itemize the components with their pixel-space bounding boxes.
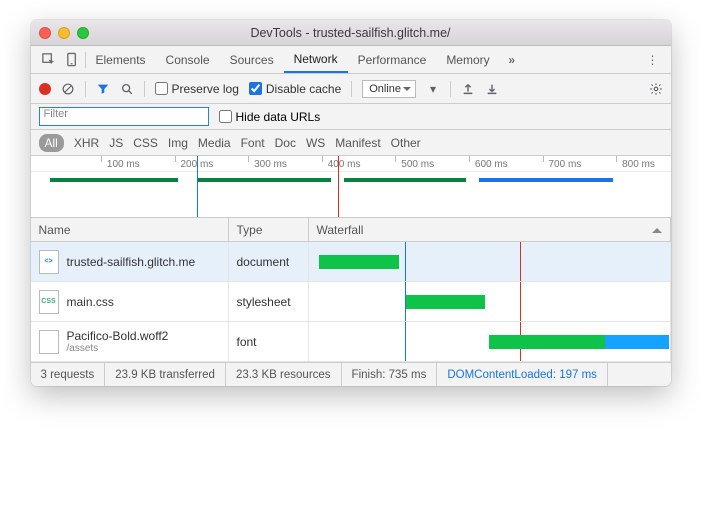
tab-sources[interactable]: Sources [220, 46, 284, 73]
tab-performance[interactable]: Performance [348, 46, 437, 73]
more-tabs-icon[interactable]: » [500, 53, 524, 67]
filter-other[interactable]: Other [391, 136, 421, 150]
overview-timeline[interactable]: 100 ms200 ms300 ms400 ms500 ms600 ms700 … [31, 156, 671, 218]
hide-data-urls-checkbox[interactable]: Hide data URLs [219, 110, 321, 124]
tab-elements[interactable]: Elements [86, 46, 156, 73]
disable-cache-label: Disable cache [266, 82, 341, 96]
request-name: trusted-sailfish.glitch.me [67, 255, 196, 269]
filter-css[interactable]: CSS [133, 136, 158, 150]
titlebar: DevTools - trusted-sailfish.glitch.me/ [31, 20, 671, 46]
table-header: Name Type Waterfall [31, 218, 671, 242]
inspect-icon[interactable] [37, 52, 61, 67]
top-tabs: Elements Console Sources Network Perform… [31, 46, 671, 74]
status-resources: 23.3 KB resources [226, 363, 342, 386]
sort-indicator-icon [652, 223, 662, 233]
status-finish: Finish: 735 ms [342, 363, 438, 386]
request-type: document [229, 242, 309, 281]
upload-har-icon[interactable] [461, 82, 475, 96]
request-type: font [229, 322, 309, 361]
device-icon[interactable] [61, 52, 85, 67]
filter-xhr[interactable]: XHR [74, 136, 99, 150]
hide-data-urls-label: Hide data URLs [236, 110, 321, 124]
status-requests: 3 requests [31, 363, 106, 386]
record-button[interactable] [39, 83, 51, 95]
col-type[interactable]: Type [229, 218, 309, 241]
filter-all[interactable]: All [39, 134, 64, 152]
throttling-value: Online [369, 83, 401, 95]
request-name: Pacifico-Bold.woff2 [67, 329, 169, 343]
disable-cache-checkbox[interactable]: Disable cache [249, 82, 341, 96]
table-row[interactable]: CSSmain.cssstylesheet [31, 282, 671, 322]
settings-gear-icon[interactable] [649, 82, 663, 96]
devtools-window: DevTools - trusted-sailfish.glitch.me/ E… [31, 20, 671, 386]
tab-console[interactable]: Console [156, 46, 220, 73]
download-har-icon[interactable] [485, 82, 499, 96]
filter-icon[interactable] [96, 82, 110, 96]
kebab-menu-icon[interactable]: ⋮ [641, 53, 665, 67]
request-path: /assets [67, 343, 169, 354]
col-name[interactable]: Name [31, 218, 229, 241]
preserve-log-label: Preserve log [172, 82, 239, 96]
filter-input[interactable]: Filter [39, 107, 209, 126]
tab-memory[interactable]: Memory [436, 46, 499, 73]
request-name: main.css [67, 295, 114, 309]
table-row[interactable]: Pacifico-Bold.woff2/assets font [31, 322, 671, 362]
window-title: DevTools - trusted-sailfish.glitch.me/ [31, 26, 671, 40]
filter-ws[interactable]: WS [306, 136, 325, 150]
search-icon[interactable] [120, 82, 134, 96]
status-bar: 3 requests 23.9 KB transferred 23.3 KB r… [31, 362, 671, 386]
filter-manifest[interactable]: Manifest [335, 136, 380, 150]
request-table: <>trusted-sailfish.glitch.medocumentCSSm… [31, 242, 671, 362]
network-toolbar: Preserve log Disable cache Online ▾ [31, 74, 671, 104]
filter-doc[interactable]: Doc [275, 136, 296, 150]
request-type: stylesheet [229, 282, 309, 321]
type-filter-bar: All XHR JS CSS Img Media Font Doc WS Man… [31, 130, 671, 156]
status-dcl: DOMContentLoaded: 197 ms [437, 363, 608, 386]
filter-media[interactable]: Media [198, 136, 231, 150]
filter-js[interactable]: JS [109, 136, 123, 150]
table-row[interactable]: <>trusted-sailfish.glitch.medocument [31, 242, 671, 282]
filter-bar: Filter Hide data URLs [31, 104, 671, 130]
col-waterfall[interactable]: Waterfall [309, 218, 671, 241]
throttling-select[interactable]: Online [362, 80, 416, 98]
throttling-dropdown-icon[interactable]: ▾ [426, 82, 440, 96]
tab-network[interactable]: Network [284, 46, 348, 73]
status-transferred: 23.9 KB transferred [105, 363, 226, 386]
filter-font[interactable]: Font [241, 136, 265, 150]
preserve-log-checkbox[interactable]: Preserve log [155, 82, 239, 96]
clear-icon[interactable] [61, 82, 75, 96]
filter-img[interactable]: Img [168, 136, 188, 150]
